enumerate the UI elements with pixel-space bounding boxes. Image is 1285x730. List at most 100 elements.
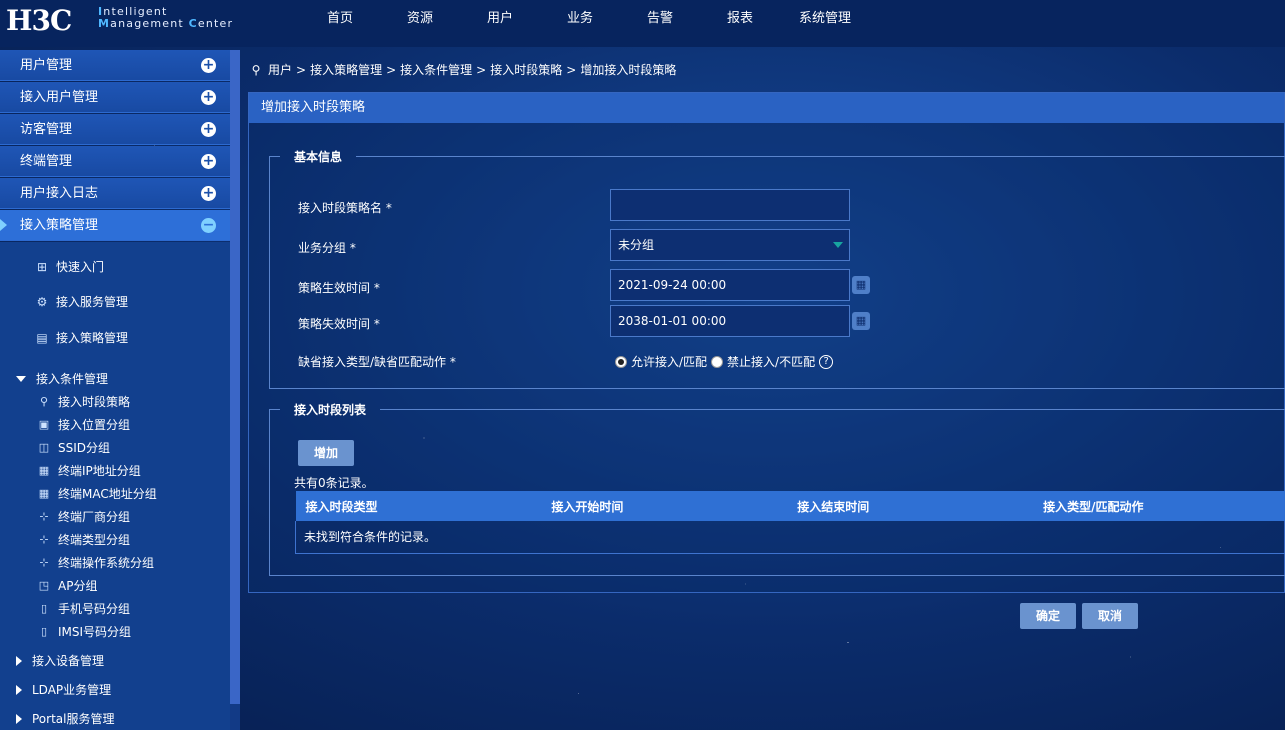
sidebar-group-portal[interactable]: Portal服务管理 [16,709,114,729]
start-time-label: 策略生效时间 * [298,281,380,295]
leaf-label: 接入时段策略 [58,395,131,409]
sidebar-item-label: 用户接入日志 [20,186,99,201]
policy-icon: ▤ [36,331,48,345]
plus-circle-icon[interactable]: + [201,90,216,105]
sidebar: 用户管理 + 接入用户管理 + 访客管理 + 终端管理 + 用户接入日志 + 接… [0,50,240,730]
radio-deny[interactable] [711,355,724,368]
panel-title: 增加接入时段策略 [249,93,1284,123]
phone-icon: ▯ [40,602,48,615]
sidebar-item-access-user-mgmt[interactable]: 接入用户管理 + [0,82,230,113]
sidebar-item-user-mgmt[interactable]: 用户管理 + [0,50,230,81]
expand-right-icon [16,656,22,666]
policy-name-input[interactable] [610,189,850,221]
time-policy-icon: ⚲ [39,395,49,408]
name-label: 接入时段策略名 * [298,201,392,215]
sidebar-leaf-terminal-type[interactable]: ⊹ 终端类型分组 [36,530,130,550]
plus-circle-icon[interactable]: + [201,186,216,201]
imsi-icon: ▯ [40,625,48,638]
service-icon: ⚙ [36,295,48,309]
add-period-button[interactable]: 增加 [298,440,354,466]
user-icon: ⚲ [251,63,261,77]
cancel-button[interactable]: 取消 [1082,603,1138,629]
radio-allow[interactable] [615,355,627,368]
active-arrow-icon [0,219,7,231]
sidebar-group-device[interactable]: 接入设备管理 [16,651,104,671]
basic-info-legend: 基本信息 [294,150,343,164]
breadcrumb-item[interactable]: 接入策略管理 [310,58,382,82]
nav-system[interactable]: 系统管理 [780,0,870,38]
sidebar-item-label: 接入用户管理 [20,90,99,105]
sidebar-leaf-phone[interactable]: ▯ 手机号码分组 [36,599,130,619]
column-header[interactable]: 接入结束时间 [787,491,1034,521]
breadcrumb-item[interactable]: 接入条件管理 [400,58,472,82]
nav-business[interactable]: 业务 [540,0,620,38]
sidebar-sub-quick-start[interactable]: ⊞ 快速入门 [34,257,104,277]
calendar-icon[interactable]: ▦ [852,276,870,294]
os-icon: ⊹ [39,556,49,569]
column-header[interactable]: 接入时段类型 [295,491,542,521]
plus-circle-icon[interactable]: + [201,154,216,169]
nav-home[interactable]: 首页 [300,0,380,38]
sidebar-scrollbar-track[interactable] [230,704,240,730]
sub-entry-label: 接入策略管理 [56,331,129,345]
leaf-label: 终端厂商分组 [58,510,131,524]
expand-right-icon [16,714,22,724]
sidebar-leaf-location[interactable]: ▣ 接入位置分组 [36,415,130,435]
group-label: LDAP业务管理 [32,683,112,697]
sidebar-scrollbar[interactable] [230,50,240,704]
sidebar-item-access-policy-mgmt[interactable]: 接入策略管理 − [0,210,230,241]
group-label: 业务分组 * [298,241,356,255]
period-table: 接入时段类型 接入开始时间 接入结束时间 接入类型/匹配动作 未找到符合条件的记… [295,491,1285,554]
sidebar-item-label: 接入策略管理 [20,218,99,233]
sidebar-leaf-ap[interactable]: ◳ AP分组 [36,576,98,596]
sidebar-item-guest-mgmt[interactable]: 访客管理 + [0,114,230,145]
radio-deny-label: 禁止接入/不匹配 [727,355,816,369]
sidebar-sub-service[interactable]: ⚙ 接入服务管理 [34,292,128,312]
sidebar-group-ldap[interactable]: LDAP业务管理 [16,680,111,700]
plus-circle-icon[interactable]: + [201,122,216,137]
calendar-icon[interactable]: ▦ [852,312,870,330]
breadcrumb-separator: > [386,63,397,77]
sidebar-item-terminal-mgmt[interactable]: 终端管理 + [0,146,230,177]
group-label: Portal服务管理 [32,712,115,726]
default-action-radios: 允许接入/匹配 禁止接入/不匹配 ? [615,353,834,370]
sidebar-group-conditions[interactable]: 接入条件管理 [16,369,108,389]
breadcrumb-item[interactable]: 用户 [268,58,292,82]
chevron-down-icon [833,242,843,248]
breadcrumb-item[interactable]: 接入时段策略 [490,58,562,82]
ap-icon: ◳ [38,579,50,592]
breadcrumb-separator: > [476,63,487,77]
nav-users[interactable]: 用户 [460,0,540,38]
leaf-label: 终端操作系统分组 [58,556,155,570]
business-group-select[interactable]: 未分组 [610,229,850,261]
default-action-label: 缺省接入类型/缺省匹配动作 * [298,355,456,369]
top-bar: H3C Intelligent Management Center 首页 资源 … [0,0,1285,47]
sidebar-leaf-vendor[interactable]: ⊹ 终端厂商分组 [36,507,130,527]
minus-circle-icon[interactable]: − [201,218,216,233]
nav-reports[interactable]: 报表 [700,0,780,38]
confirm-button[interactable]: 确定 [1020,603,1076,629]
leaf-label: 手机号码分组 [58,602,131,616]
sidebar-leaf-ssid[interactable]: ◫ SSID分组 [36,438,110,458]
start-time-input[interactable]: 2021-09-24 00:00 [610,269,850,301]
table-header-row: 接入时段类型 接入开始时间 接入结束时间 接入类型/匹配动作 [295,491,1285,521]
vendor-icon: ⊹ [39,510,49,523]
sidebar-item-access-log[interactable]: 用户接入日志 + [0,178,230,209]
sidebar-sub-policy[interactable]: ▤ 接入策略管理 [34,328,128,348]
basic-info-fieldset: 基本信息 接入时段策略名 * 业务分组 * 未分组 策略生效时间 * 2021-… [269,148,1285,389]
plus-circle-icon[interactable]: + [201,58,216,73]
sidebar-leaf-ip[interactable]: ▦ 终端IP地址分组 [36,461,141,481]
sidebar-leaf-os[interactable]: ⊹ 终端操作系统分组 [36,553,154,573]
nav-resources[interactable]: 资源 [380,0,460,38]
breadcrumb: ⚲ 用户 > 接入策略管理 > 接入条件管理 > 接入时段策略 > 增加接入时段… [248,58,677,82]
sidebar-leaf-imsi[interactable]: ▯ IMSI号码分组 [36,622,131,642]
radio-allow-label: 允许接入/匹配 [631,355,708,369]
help-icon[interactable]: ? [819,354,834,369]
end-time-input[interactable]: 2038-01-01 00:00 [610,305,850,337]
leaf-label: SSID分组 [58,441,111,455]
nav-alarms[interactable]: 告警 [620,0,700,38]
column-header[interactable]: 接入开始时间 [541,491,788,521]
column-header[interactable]: 接入类型/匹配动作 [1033,491,1285,521]
sidebar-leaf-mac[interactable]: ▦ 终端MAC地址分组 [36,484,157,504]
sidebar-leaf-time-policy[interactable]: ⚲ 接入时段策略 [36,392,130,412]
